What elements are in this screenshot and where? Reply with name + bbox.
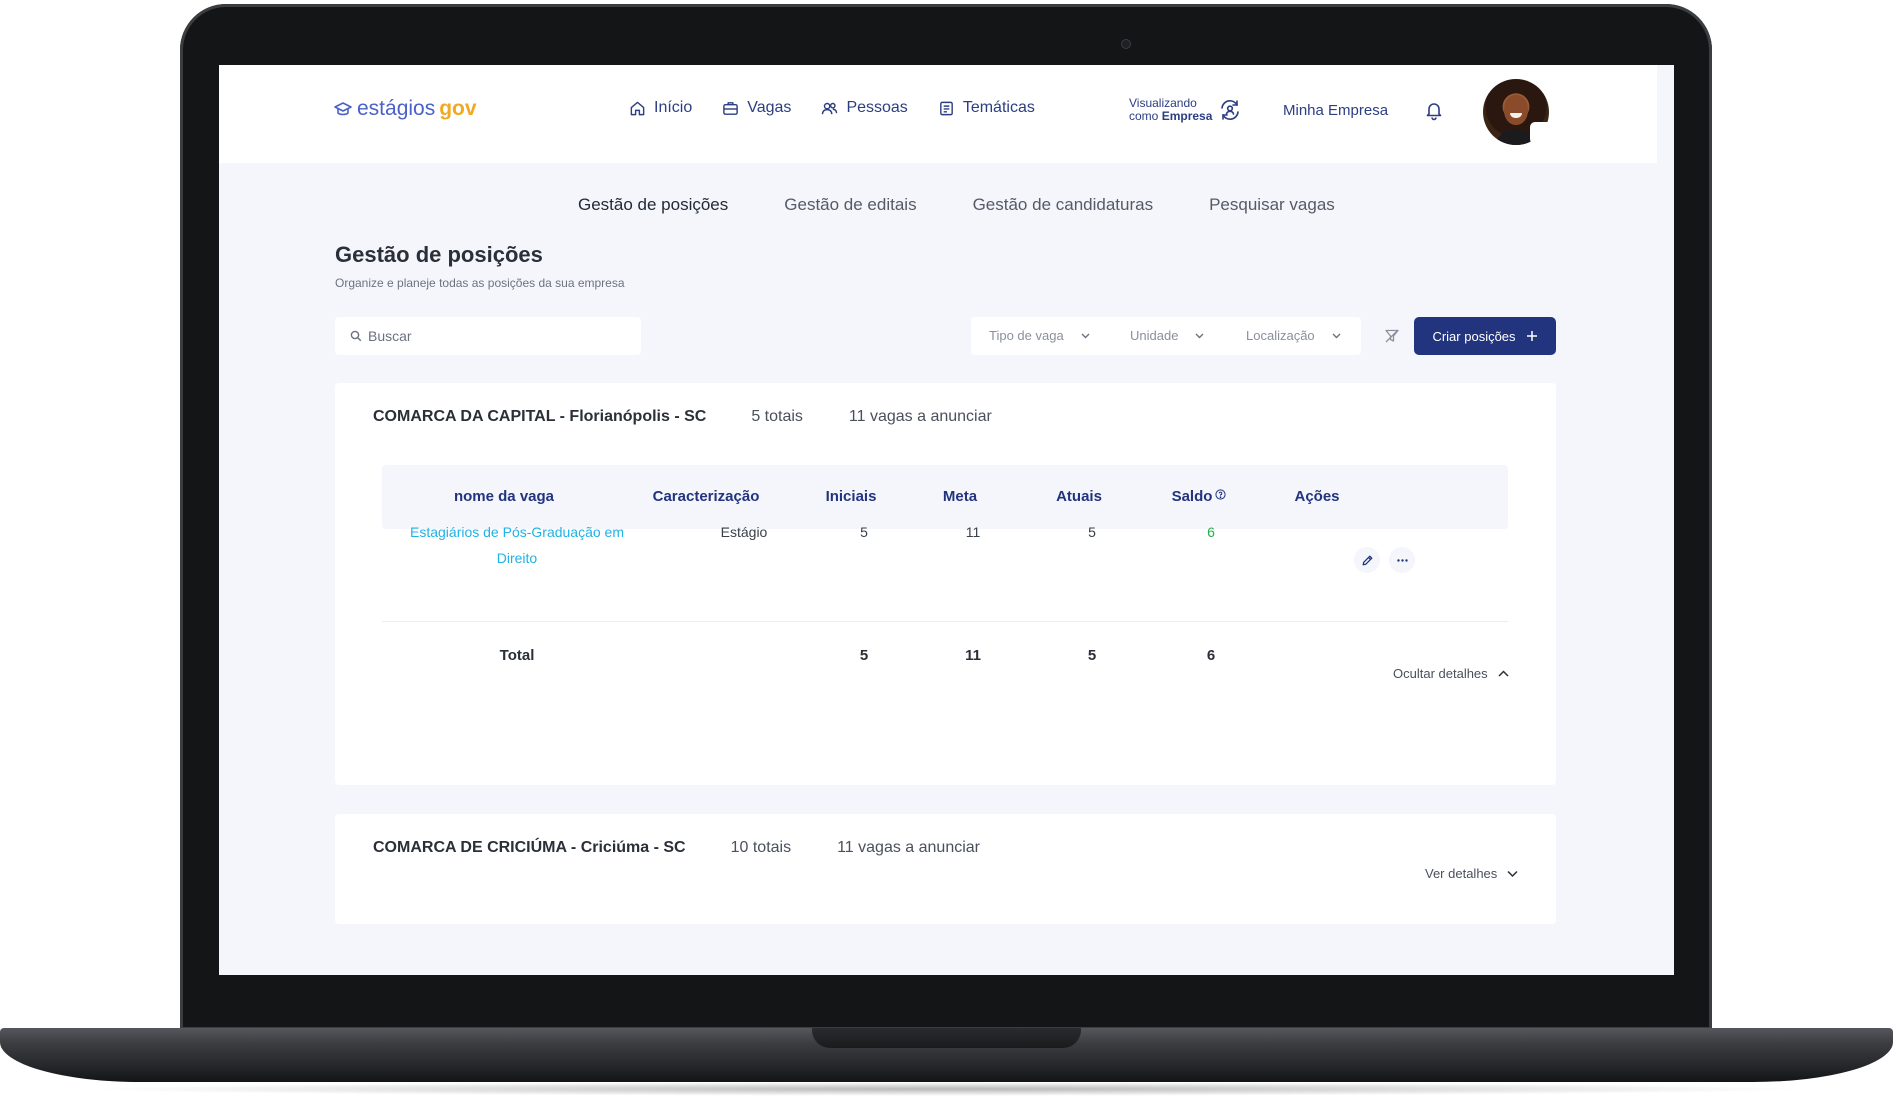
total-iniciais: 5 (859, 647, 869, 664)
top-header: estágios gov Início Vagas Pessoas Temátic… (219, 65, 1657, 163)
nav-item-pessoas[interactable]: Pessoas (821, 99, 908, 117)
column-header-atuais: Atuais (1056, 488, 1102, 505)
group-to-announce: 11 vagas a anunciar (848, 408, 992, 425)
chevron-up-icon (1498, 670, 1509, 677)
nav-label: Pessoas (846, 99, 908, 116)
create-positions-label: Criar posições (1432, 328, 1516, 344)
plus-icon (1526, 331, 1537, 341)
view-as-switch[interactable]: Visualizando como Empresa (1129, 97, 1242, 123)
total-atuais: 5 (1087, 647, 1097, 664)
main-nav: Início Vagas Pessoas Temáticas (629, 99, 1035, 117)
search-box[interactable] (335, 317, 641, 355)
total-saldo: 6 (1206, 647, 1216, 664)
people-icon (822, 102, 838, 114)
column-header-meta: Meta (942, 488, 978, 505)
view-as-line2: como Empresa (1129, 110, 1212, 123)
camera-dot (1121, 39, 1131, 49)
avatar-badge (1530, 122, 1552, 144)
filter-unidade[interactable]: Unidade (1130, 328, 1205, 343)
chevron-down-icon (1332, 333, 1341, 339)
document-icon (939, 101, 953, 115)
tab-gestao-posicoes[interactable]: Gestão de posições (578, 195, 728, 215)
total-row-label: Total (499, 647, 535, 664)
view-as-text: Visualizando como Empresa (1129, 97, 1212, 123)
column-header-caracterizacao: Caracterização (652, 488, 760, 505)
nav-item-vagas[interactable]: Vagas (722, 99, 791, 117)
hide-details-toggle[interactable]: Ocultar detalhes (1393, 666, 1510, 681)
group-to-announce: 11 vagas a anunciar (837, 839, 981, 856)
position-name-line2: Direito (496, 550, 538, 566)
chevron-down-icon (1195, 333, 1204, 339)
nav-label: Temáticas (962, 99, 1035, 116)
avatar-face (1504, 95, 1528, 125)
column-header-saldo-label: Saldo (1171, 488, 1213, 505)
show-details-toggle[interactable]: Ver detalhes (1425, 866, 1519, 881)
filter-label: Tipo de vaga (989, 328, 1064, 343)
cell-caracterizacao: Estágio (720, 524, 768, 540)
create-positions-button[interactable]: Criar posições (1414, 317, 1556, 355)
nav-item-tematicas[interactable]: Temáticas (938, 99, 1035, 117)
view-as-role: Empresa (1161, 109, 1213, 123)
company-name[interactable]: Minha Empresa (1283, 102, 1388, 119)
column-header-acoes: Ações (1294, 488, 1340, 505)
tab-gestao-editais[interactable]: Gestão de editais (784, 195, 916, 215)
briefcase-icon (723, 101, 739, 115)
chevron-down-icon (1507, 870, 1518, 878)
edit-button[interactable] (1354, 547, 1380, 573)
tab-gestao-candidaturas[interactable]: Gestão de candidaturas (973, 195, 1154, 215)
group-card-capital: COMARCA DA CAPITAL - Florianópolis - SC … (335, 383, 1556, 785)
total-meta: 11 (965, 647, 981, 664)
help-circle-icon[interactable] (1215, 489, 1227, 500)
page-subtitle: Organize e planeje todas as posições da … (335, 276, 625, 290)
switch-user-icon (1221, 100, 1240, 120)
laptop-notch (812, 1028, 1081, 1048)
group-header: COMARCA DE CRICIÚMA - Criciúma - SC 10 t… (373, 839, 980, 857)
nav-label: Início (654, 99, 693, 116)
group-card-criciuma: COMARCA DE CRICIÚMA - Criciúma - SC 10 t… (335, 814, 1556, 924)
column-header-iniciais: Iniciais (825, 488, 877, 505)
toggle-label: Ver detalhes (1425, 866, 1498, 881)
page-title: Gestão de posições (335, 242, 543, 267)
group-header: COMARCA DA CAPITAL - Florianópolis - SC … (373, 408, 992, 426)
toggle-label: Ocultar detalhes (1393, 666, 1488, 681)
bell-icon[interactable] (1423, 99, 1445, 121)
filter-localizacao[interactable]: Localização (1246, 328, 1342, 343)
cell-saldo: 6 (1207, 524, 1215, 540)
row-divider (382, 621, 1508, 622)
group-name: COMARCA DA CAPITAL - Florianópolis - SC (373, 408, 707, 425)
search-input[interactable] (368, 328, 628, 344)
chevron-down-icon (1081, 333, 1090, 339)
cell-iniciais: 5 (860, 524, 868, 540)
app-logo[interactable]: estágios gov (333, 97, 477, 121)
group-totals: 5 totais (751, 408, 803, 425)
cell-meta: 11 (965, 524, 981, 540)
cell-atuais: 5 (1088, 524, 1096, 540)
filter-bar: Tipo de vaga Unidade Localização (971, 317, 1361, 355)
pencil-icon (1362, 555, 1372, 565)
more-horizontal-icon (1396, 558, 1408, 562)
home-icon (630, 101, 645, 115)
filter-label: Localização (1246, 328, 1315, 343)
logo-text-main: estágios (357, 97, 436, 120)
graduation-cap-icon (334, 102, 352, 116)
filter-label: Unidade (1130, 328, 1179, 343)
clear-filter-icon[interactable] (1384, 328, 1400, 344)
nav-item-inicio[interactable]: Início (629, 99, 692, 117)
group-name: COMARCA DE CRICIÚMA - Criciúma - SC (373, 839, 686, 856)
position-name-line1: Estagiários de Pós-Graduação em (410, 524, 624, 540)
column-header-nome: nome da vaga (453, 488, 555, 505)
group-totals: 10 totais (730, 839, 792, 856)
column-header-saldo: Saldo (1150, 488, 1248, 505)
logo-text-gov: gov (439, 97, 477, 120)
filter-tipo-de-vaga[interactable]: Tipo de vaga (989, 328, 1091, 343)
position-name-link[interactable]: Estagiários de Pós-Graduação em Direito (389, 519, 645, 571)
search-icon (350, 330, 362, 342)
screen: estágios gov Início Vagas Pessoas Temátic… (219, 65, 1674, 975)
view-as-prefix: como (1129, 109, 1159, 123)
sub-tabs: Gestão de posições Gestão de editais Ges… (578, 195, 1335, 215)
laptop-shadow (80, 1082, 1813, 1096)
tab-pesquisar-vagas[interactable]: Pesquisar vagas (1209, 195, 1335, 215)
nav-label: Vagas (747, 99, 792, 116)
more-options-button[interactable] (1389, 547, 1415, 573)
